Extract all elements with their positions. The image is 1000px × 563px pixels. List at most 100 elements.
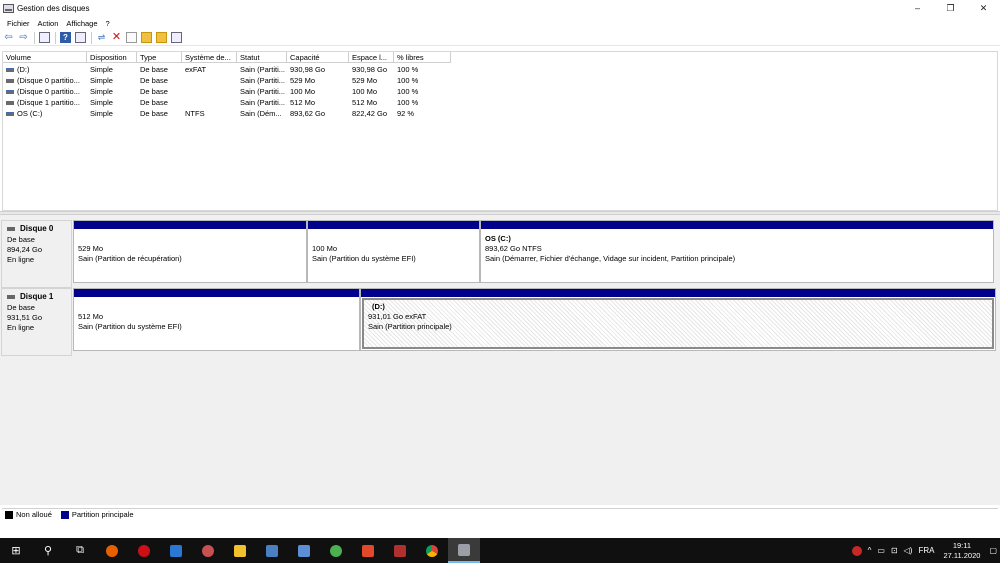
battery-icon[interactable]: ▭ bbox=[877, 546, 885, 555]
cell-type: De base bbox=[140, 87, 168, 96]
cell-capacity: 930,98 Go bbox=[290, 65, 326, 74]
close-button[interactable]: ✕ bbox=[967, 0, 1000, 16]
window-controls: – ❐ ✕ bbox=[901, 0, 1000, 16]
menu-action[interactable]: Action bbox=[34, 19, 63, 28]
column-filesystem[interactable]: Système de... bbox=[182, 52, 237, 63]
cell-type: De base bbox=[140, 76, 168, 85]
partition-recovery[interactable]: 529 Mo Sain (Partition de récupération) bbox=[73, 220, 307, 283]
partition-bar bbox=[308, 221, 479, 229]
disk-1-label[interactable]: Disque 1 De base 931,51 Go En ligne bbox=[1, 288, 72, 356]
chrome-icon[interactable] bbox=[416, 538, 448, 563]
app-red2-icon[interactable] bbox=[384, 538, 416, 563]
connect-disk-icon[interactable]: ⇌ bbox=[96, 32, 107, 43]
app-photo-icon[interactable] bbox=[256, 538, 288, 563]
opera-icon[interactable] bbox=[128, 538, 160, 563]
disk-management-app-icon bbox=[3, 3, 14, 13]
partition-name: (D:) bbox=[372, 302, 385, 311]
partition-d[interactable]: (D:) 931,01 Go exFAT Sain (Partition pri… bbox=[360, 288, 996, 351]
properties-icon[interactable] bbox=[75, 32, 86, 43]
task-view-icon[interactable]: ⧉ bbox=[64, 538, 96, 563]
cell-disposition: Simple bbox=[90, 98, 113, 107]
volume-name: (Disque 0 partitio... bbox=[17, 76, 80, 85]
language-indicator[interactable]: FRA bbox=[918, 546, 934, 555]
minimize-button[interactable]: – bbox=[901, 0, 934, 16]
volume-name: (Disque 1 partitio... bbox=[17, 98, 80, 107]
new-doc-icon[interactable] bbox=[141, 32, 152, 43]
cell-disposition: Simple bbox=[90, 109, 113, 118]
list-view-icon[interactable] bbox=[39, 32, 50, 43]
chevron-up-icon[interactable]: ^ bbox=[868, 546, 872, 555]
partition-status: Sain (Partition de récupération) bbox=[78, 254, 182, 263]
search-icon[interactable]: ⚲ bbox=[32, 538, 64, 563]
partition-size: 893,62 Go NTFS bbox=[485, 244, 542, 253]
table-row[interactable]: (Disque 0 partitio... Simple De base Sai… bbox=[3, 86, 451, 97]
open-folder-icon[interactable] bbox=[156, 32, 167, 43]
forward-arrow-icon[interactable]: ⇨ bbox=[18, 32, 29, 43]
volume-icon[interactable]: ◁) bbox=[904, 546, 913, 555]
file-explorer-icon[interactable] bbox=[224, 538, 256, 563]
table-row[interactable]: (Disque 0 partitio... Simple De base Sai… bbox=[3, 75, 451, 86]
table-row[interactable]: (Disque 1 partitio... Simple De base Sai… bbox=[3, 97, 451, 108]
windows-start-icon[interactable]: ⊞ bbox=[0, 538, 32, 563]
back-arrow-icon[interactable]: ⇦ bbox=[3, 32, 14, 43]
menu-bar: Fichier Action Affichage ? bbox=[0, 16, 1000, 30]
disk-type: De base bbox=[7, 235, 35, 244]
title-bar: Gestion des disques – ❐ ✕ bbox=[0, 0, 1000, 16]
help-icon[interactable]: ? bbox=[60, 32, 71, 43]
partition-size: 512 Mo bbox=[78, 312, 104, 321]
column-capacity[interactable]: Capacité bbox=[287, 52, 349, 63]
table-row[interactable]: OS (C:) Simple De base NTFS Sain (Dém...… bbox=[3, 108, 451, 119]
disk-0-label[interactable]: Disque 0 De base 894,24 Go En ligne bbox=[1, 220, 72, 288]
app-red-icon[interactable] bbox=[352, 538, 384, 563]
column-volume[interactable]: Volume bbox=[3, 52, 87, 63]
volume-icon bbox=[6, 89, 14, 94]
notifications-icon[interactable]: ▢ bbox=[989, 546, 997, 555]
column-status[interactable]: Statut bbox=[237, 52, 287, 63]
cell-filesystem: exFAT bbox=[185, 65, 207, 74]
check-doc-icon[interactable] bbox=[126, 32, 137, 43]
column-percent-free[interactable]: % libres bbox=[394, 52, 451, 63]
volume-name: (D:) bbox=[17, 65, 30, 74]
clock[interactable]: 19:11 27.11.2020 bbox=[943, 541, 980, 561]
partition-size: 100 Mo bbox=[312, 244, 338, 253]
cell-percent-free: 100 % bbox=[397, 87, 419, 96]
cell-disposition: Simple bbox=[90, 76, 113, 85]
table-row[interactable]: (D:) Simple De base exFAT Sain (Partiti.… bbox=[3, 64, 451, 75]
firefox-icon[interactable] bbox=[96, 538, 128, 563]
partition-efi-disk1[interactable]: 512 Mo Sain (Partition du système EFI) bbox=[73, 288, 360, 351]
legend: Non alloué Partition principale bbox=[2, 508, 998, 520]
maximize-button[interactable]: ❐ bbox=[934, 0, 967, 16]
column-disposition[interactable]: Disposition bbox=[87, 52, 137, 63]
menu-fichier[interactable]: Fichier bbox=[3, 19, 34, 28]
antivirus-icon[interactable] bbox=[851, 545, 862, 556]
toolbar-separator bbox=[55, 31, 56, 44]
cell-type: De base bbox=[140, 98, 168, 107]
cell-status: Sain (Partiti... bbox=[240, 76, 286, 85]
column-free-space[interactable]: Espace l... bbox=[349, 52, 394, 63]
disk-size: 931,51 Go bbox=[7, 313, 43, 322]
app-green-icon[interactable] bbox=[320, 538, 352, 563]
settings-icon[interactable] bbox=[171, 32, 182, 43]
app-settings-icon[interactable] bbox=[192, 538, 224, 563]
primary-partition-swatch bbox=[60, 510, 69, 519]
partition-efi-disk0[interactable]: 100 Mo Sain (Partition du système EFI) bbox=[307, 220, 480, 283]
menu-help[interactable]: ? bbox=[102, 19, 114, 28]
disk-status: En ligne bbox=[7, 323, 35, 332]
cell-capacity: 893,62 Go bbox=[290, 109, 326, 118]
partition-size: 529 Mo bbox=[78, 244, 104, 253]
network-icon[interactable]: ⊡ bbox=[891, 546, 898, 555]
cell-status: Sain (Partiti... bbox=[240, 87, 286, 96]
clock-date: 27.11.2020 bbox=[943, 550, 981, 560]
column-type[interactable]: Type bbox=[137, 52, 182, 63]
app-blue-icon[interactable] bbox=[160, 538, 192, 563]
unallocated-swatch bbox=[5, 510, 13, 519]
partition-status: Sain (Démarrer, Fichier d'échange, Vidag… bbox=[485, 254, 736, 263]
disk-name: Disque 0 bbox=[20, 224, 54, 233]
delete-icon[interactable]: ✕ bbox=[111, 32, 122, 43]
disk-name: Disque 1 bbox=[20, 292, 54, 301]
partition-os-c[interactable]: OS (C:) 893,62 Go NTFS Sain (Démarrer, F… bbox=[480, 220, 994, 283]
disk-management-icon[interactable] bbox=[448, 538, 480, 563]
menu-affichage[interactable]: Affichage bbox=[62, 19, 101, 28]
virtualbox-icon[interactable] bbox=[288, 538, 320, 563]
cell-filesystem bbox=[182, 75, 237, 86]
